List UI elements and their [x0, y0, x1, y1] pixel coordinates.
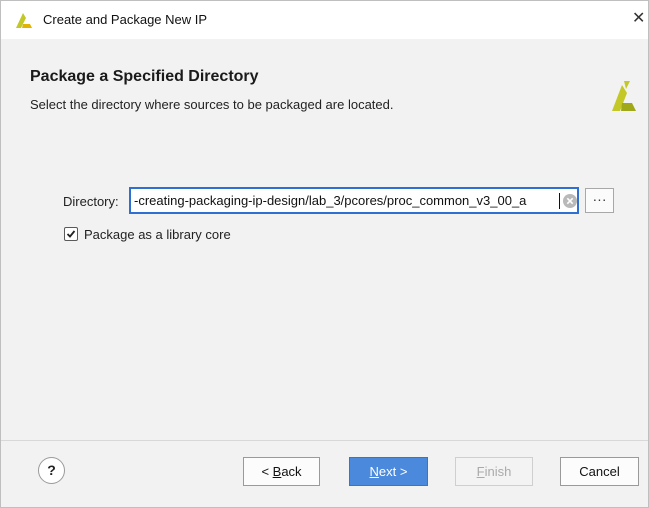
next-button-mnemonic: N [369, 464, 379, 479]
title-bar: Create and Package New IP ✕ [1, 1, 648, 39]
finish-button[interactable]: Finish [455, 457, 533, 486]
browse-button[interactable]: ··· [585, 188, 614, 213]
help-button[interactable]: ? [38, 457, 65, 484]
xilinx-logo-icon [16, 13, 32, 28]
back-button[interactable]: < Back [243, 457, 320, 486]
package-library-core-label[interactable]: Package as a library core [84, 227, 231, 242]
back-button-prefix: < [261, 464, 273, 479]
next-button-label: ext > [378, 464, 408, 479]
package-library-core-checkbox[interactable] [64, 227, 78, 241]
page-description: Select the directory where sources to be… [30, 97, 394, 112]
xilinx-logo-icon [612, 81, 636, 111]
finish-button-mnemonic: F [476, 464, 485, 479]
directory-input[interactable]: -creating-packaging-ip-design/lab_3/pcor… [129, 187, 579, 214]
back-button-label: ack [281, 464, 302, 479]
directory-label: Directory: [63, 194, 119, 209]
directory-input-value: -creating-packaging-ip-design/lab_3/pcor… [134, 193, 527, 208]
finish-button-label: inish [484, 464, 512, 479]
window-title: Create and Package New IP [43, 12, 208, 27]
next-button[interactable]: Next > [349, 457, 428, 486]
page-title: Package a Specified Directory [30, 68, 259, 85]
checkmark-icon [66, 230, 76, 238]
text-cursor [559, 193, 560, 209]
clear-circle-icon[interactable] [563, 194, 577, 208]
create-package-ip-dialog: Create and Package New IP ✕ Package a Sp… [0, 0, 649, 508]
cancel-button[interactable]: Cancel [560, 457, 639, 486]
footer-divider [1, 440, 648, 441]
page-header: Package a Specified Directory Select the… [1, 53, 648, 125]
close-icon[interactable]: ✕ [632, 11, 645, 27]
